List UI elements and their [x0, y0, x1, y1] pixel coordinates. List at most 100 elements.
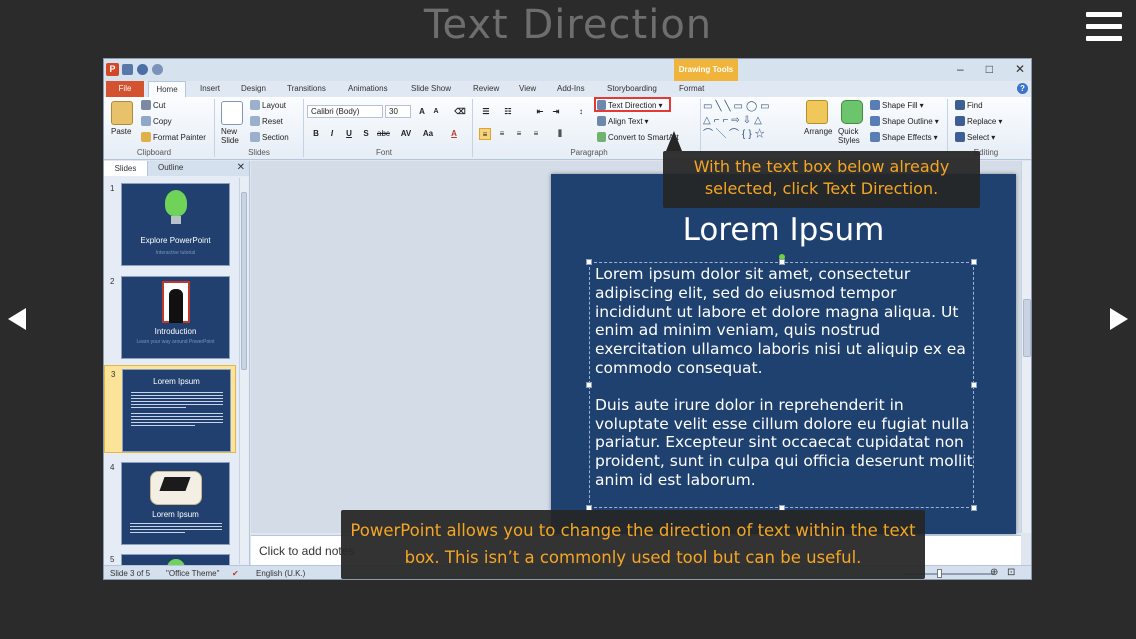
resize-handle[interactable] [586, 382, 592, 388]
copy-icon [141, 116, 151, 126]
next-arrow-icon[interactable] [1110, 308, 1128, 330]
slide-title[interactable]: Lorem Ipsum [551, 212, 1016, 248]
paintbrush-icon [141, 132, 151, 142]
shape-effects-button[interactable]: Shape Effects ▾ [870, 132, 938, 142]
quick-styles-button[interactable]: Quick Styles [838, 127, 866, 145]
tab-home[interactable]: Home [148, 81, 186, 97]
clear-formatting-icon[interactable]: ⌫ [454, 106, 466, 118]
thumbnail-image: Lorem Ipsum [121, 462, 230, 545]
text-direction-button[interactable]: Text Direction ▾ [597, 100, 662, 110]
close-panel-icon[interactable]: ✕ [237, 162, 245, 173]
font-size-combo[interactable]: 30 [385, 105, 411, 118]
copy-button[interactable]: Copy [141, 116, 172, 126]
arrange-button[interactable]: Arrange [804, 127, 832, 136]
shape-outline-button[interactable]: Shape Outline ▾ [870, 116, 939, 126]
hamburger-menu-icon[interactable] [1086, 12, 1122, 46]
shrink-font-icon[interactable]: A [430, 106, 442, 118]
tab-review[interactable]: Review [473, 84, 499, 93]
select-button[interactable]: Select ▾ [955, 132, 995, 142]
save-icon[interactable] [122, 64, 133, 75]
slide-thumbnail-5[interactable]: 5 [104, 551, 236, 565]
change-case-icon[interactable]: Aa [420, 128, 436, 140]
fit-to-window-icon[interactable]: ⊡ [1007, 567, 1015, 578]
new-slide-button[interactable]: New Slide [221, 127, 247, 145]
increase-indent-icon[interactable]: ⇥ [550, 106, 562, 118]
font-group-label: Font [375, 148, 392, 157]
tab-file[interactable]: File [106, 81, 144, 97]
align-text-button[interactable]: Align Text ▾ [597, 116, 649, 126]
paste-button[interactable]: Paste [111, 127, 131, 136]
spellcheck-icon[interactable]: ✔ [232, 569, 239, 578]
font-color-icon[interactable]: A [448, 128, 460, 140]
layout-button[interactable]: Layout [250, 100, 286, 110]
justify-icon[interactable]: ≡ [530, 128, 542, 140]
resize-handle[interactable] [586, 259, 592, 265]
shadow-icon[interactable]: S [360, 128, 372, 140]
quick-styles-icon[interactable] [841, 100, 863, 124]
paste-icon[interactable] [111, 101, 133, 125]
tab-slide-show[interactable]: Slide Show [411, 84, 451, 93]
tab-outline[interactable]: Outline [158, 163, 183, 172]
text-direction-icon [597, 100, 606, 110]
new-slide-icon[interactable] [221, 101, 243, 125]
tab-slides[interactable]: Slides [104, 161, 148, 176]
columns-icon[interactable]: ⫼ [554, 128, 566, 140]
shapes-gallery[interactable]: ▭╲╲▭◯▭ △⌐⌐⇨⇩△ ⌒╲⌒{}☆ [703, 100, 793, 144]
grow-font-icon[interactable]: A [416, 106, 428, 118]
format-painter-button[interactable]: Format Painter [141, 132, 206, 142]
slides-scrollbar-thumb[interactable] [241, 192, 247, 370]
redo-icon[interactable] [152, 64, 163, 75]
slides-scrollbar[interactable] [239, 178, 248, 564]
tab-design[interactable]: Design [241, 84, 266, 93]
tab-insert[interactable]: Insert [200, 84, 220, 93]
tab-storyboarding[interactable]: Storyboarding [607, 84, 657, 93]
section-button[interactable]: Section [250, 132, 289, 142]
bullets-icon[interactable]: ☰ [480, 106, 492, 118]
bold-icon[interactable]: B [310, 128, 322, 140]
slide-thumbnail-3[interactable]: 3 Lorem Ipsum [104, 365, 236, 453]
slide-thumbnail-4[interactable]: 4 Lorem Ipsum [104, 459, 236, 547]
slides-panel: Slides Outline ✕ 1 Explore PowerPoint In… [104, 161, 250, 565]
slides-group-label: Slides [248, 148, 270, 157]
help-icon[interactable]: ? [1017, 83, 1028, 94]
align-left-icon[interactable]: ≡ [479, 128, 491, 140]
thumbnail-subtitle: Interactive tutorial [155, 250, 196, 256]
undo-icon[interactable] [137, 64, 148, 75]
line-spacing-icon[interactable]: ↕ [575, 106, 587, 118]
slide-body-text[interactable]: Lorem ipsum dolor sit amet, consectetur … [595, 265, 973, 508]
tab-animations[interactable]: Animations [348, 84, 388, 93]
align-center-icon[interactable]: ≡ [496, 128, 508, 140]
canvas-scrollbar-thumb[interactable] [1023, 299, 1031, 357]
shape-fill-button[interactable]: Shape Fill ▾ [870, 100, 924, 110]
align-right-icon[interactable]: ≡ [513, 128, 525, 140]
replace-button[interactable]: Replace ▾ [955, 116, 1002, 126]
arrange-icon[interactable] [806, 100, 828, 124]
tab-format[interactable]: Format [679, 84, 704, 93]
maximize-button[interactable]: □ [986, 62, 993, 76]
tab-transitions[interactable]: Transitions [287, 84, 326, 93]
slide-thumbnail-2[interactable]: 2 Introduction Learn your way around Pow… [104, 273, 236, 361]
canvas-scrollbar[interactable] [1021, 161, 1031, 533]
italic-icon[interactable]: I [326, 128, 338, 140]
zoom-slider-knob[interactable] [937, 569, 942, 578]
numbering-icon[interactable]: ☷ [502, 106, 514, 118]
underline-icon[interactable]: U [343, 128, 355, 140]
character-spacing-icon[interactable]: AV [398, 128, 414, 140]
strikethrough-icon[interactable]: abc [377, 128, 390, 140]
tab-view[interactable]: View [519, 84, 536, 93]
previous-arrow-icon[interactable] [8, 308, 26, 330]
zoom-in-icon[interactable]: ⊕ [990, 567, 998, 578]
decrease-indent-icon[interactable]: ⇤ [534, 106, 546, 118]
language-indicator[interactable]: English (U.K.) [256, 569, 305, 578]
theme-name: "Office Theme" [166, 569, 220, 578]
cap-top-icon [159, 477, 191, 491]
close-button[interactable]: ✕ [1015, 62, 1025, 76]
cursor-icon [955, 132, 965, 142]
cut-button[interactable]: Cut [141, 100, 165, 110]
tab-add-ins[interactable]: Add-Ins [557, 84, 585, 93]
font-name-combo[interactable]: Calibri (Body) [307, 105, 383, 118]
minimize-button[interactable]: – [957, 62, 964, 76]
find-button[interactable]: Find [955, 100, 983, 110]
slide-thumbnail-1[interactable]: 1 Explore PowerPoint Interactive tutoria… [104, 180, 236, 268]
reset-button[interactable]: Reset [250, 116, 283, 126]
